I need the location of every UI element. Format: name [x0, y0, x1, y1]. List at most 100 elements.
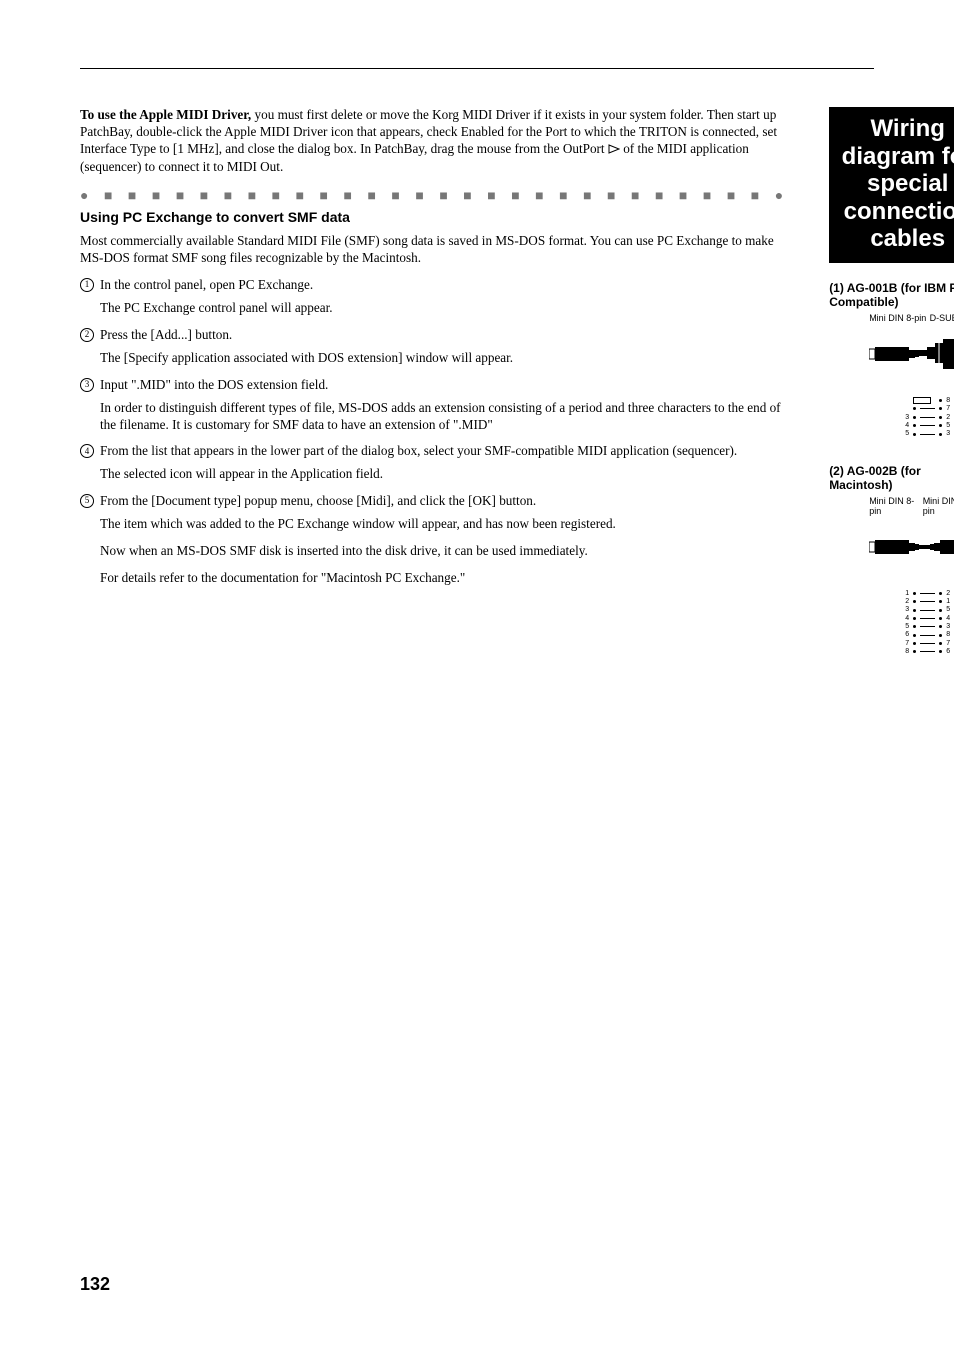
diagram-graphic: [829, 520, 954, 584]
pin-row: 12: [899, 590, 954, 597]
pin-map: 87324553: [829, 397, 954, 438]
step-text: From the list that appears in the lower …: [100, 443, 789, 460]
step-followup: Now when an MS-DOS SMF disk is inserted …: [100, 543, 789, 560]
intro-bold: To use the Apple MIDI Driver,: [80, 107, 251, 122]
pin-dot-icon: [913, 416, 916, 419]
pin-row: 32: [899, 414, 954, 421]
pin-box-icon: [913, 397, 931, 404]
step-number: 1: [80, 278, 94, 292]
pin-right-number: 8: [946, 631, 954, 638]
pin-wire-line: [920, 618, 935, 619]
mini-din-connector-icon: [910, 538, 954, 556]
step-text: Press the [Add...] button.: [100, 327, 789, 344]
pin-row: 45: [899, 422, 954, 429]
pin-row: 77: [899, 640, 954, 647]
pin-dot-icon: [913, 650, 916, 653]
pin-row: 7: [899, 405, 954, 412]
pin-wire-line: [920, 434, 935, 435]
pin-right-number: 6: [946, 648, 954, 655]
connector-labels: Mini DIN 8-pinD-SUB 9-pin: [829, 313, 954, 325]
wiring-diagram: (2) AG-002B (for Macintosh) Mini DIN 8-pi…: [829, 464, 954, 656]
pin-wire-line: [920, 610, 935, 611]
step: 2 Press the [Add...] button.: [80, 327, 789, 344]
diagram-caption: (2) AG-002B (for Macintosh): [829, 464, 954, 492]
left-connector-label: Mini DIN 8-pin: [869, 496, 923, 516]
right-connector-label: D-SUB 9-pin: [930, 313, 954, 323]
pin-dot-icon: [939, 634, 942, 637]
step-text: In the control panel, open PC Exchange.: [100, 277, 789, 294]
pin-dot-icon: [913, 625, 916, 628]
diagram-graphic: [829, 327, 954, 391]
pin-left-number: 4: [899, 615, 909, 622]
pin-right-number: 5: [946, 422, 954, 429]
step-text: From the [Document type] popup menu, cho…: [100, 493, 789, 510]
diagrams-container: (1) AG-001B (for IBM PC or Compatible)Mi…: [829, 281, 954, 655]
pin-wire-line: [920, 425, 935, 426]
section-heading: Using PC Exchange to convert SMF data: [80, 209, 789, 227]
pin-left-number: 4: [899, 422, 909, 429]
page-number: 132: [80, 1274, 110, 1295]
pin-right-number: 5: [946, 606, 954, 613]
pin-right-number: 2: [946, 414, 954, 421]
pin-map: 1221354453687786: [829, 590, 954, 656]
pin-dot-icon: [939, 433, 942, 436]
pin-left-number: 5: [899, 623, 909, 630]
pin-left-number: 2: [899, 598, 909, 605]
pin-right-number: 3: [946, 430, 954, 437]
pin-row: 53: [899, 623, 954, 630]
pin-left-number: 8: [899, 648, 909, 655]
pin-dot-icon: [939, 617, 942, 620]
pin-dot-icon: [939, 592, 942, 595]
step-followup: The item which was added to the PC Excha…: [100, 516, 789, 533]
wiring-diagram: (1) AG-001B (for IBM PC or Compatible)Mi…: [829, 281, 954, 438]
pin-wire-line: [920, 635, 935, 636]
right-column: Wiring diagram for special connection ca…: [829, 107, 954, 681]
pin-left-number: 7: [899, 640, 909, 647]
pin-left-number: 3: [899, 414, 909, 421]
pin-wire-line: [920, 417, 935, 418]
step-followup: For details refer to the documentation f…: [100, 570, 789, 587]
step: 5 From the [Document type] popup menu, ch…: [80, 493, 789, 510]
steps-list: 1 In the control panel, open PC Exchange.…: [80, 277, 789, 587]
pin-dot-icon: [913, 407, 916, 410]
pin-row: 44: [899, 615, 954, 622]
pin-dot-icon: [939, 609, 942, 612]
pin-dot-icon: [939, 424, 942, 427]
pin-wire-line: [920, 651, 935, 652]
intro-paragraph: To use the Apple MIDI Driver, you must f…: [80, 107, 789, 176]
pin-dot-icon: [913, 634, 916, 637]
step-text: Input ".MID" into the DOS extension fiel…: [100, 377, 789, 394]
pin-dot-icon: [913, 600, 916, 603]
pin-row: 35: [899, 606, 954, 613]
pin-right-number: 7: [946, 405, 954, 412]
pin-right-number: 7: [946, 640, 954, 647]
left-column: To use the Apple MIDI Driver, you must f…: [80, 107, 789, 681]
pin-right-number: 4: [946, 615, 954, 622]
step-followup: The selected icon will appear in the App…: [100, 466, 789, 483]
top-rule: [80, 68, 874, 69]
pin-left-number: 5: [899, 430, 909, 437]
section-divider-dots: ● ■ ■ ■ ■ ■ ■ ■ ■ ■ ■ ■ ■ ■ ■ ■ ■ ■ ■ ■ …: [80, 188, 789, 206]
right-connector-label: Mini DIN 8-pin: [923, 496, 954, 516]
pin-dot-icon: [913, 609, 916, 612]
pin-wire-line: [920, 593, 935, 594]
step-number: 5: [80, 494, 94, 508]
pin-left-number: 1: [899, 590, 909, 597]
pin-dot-icon: [939, 407, 942, 410]
pin-dot-icon: [939, 416, 942, 419]
dsub-connector-icon: [909, 337, 954, 371]
pin-dot-icon: [913, 424, 916, 427]
right-title-band: Wiring diagram for special connection ca…: [829, 107, 954, 263]
step-number: 4: [80, 444, 94, 458]
step-number: 3: [80, 378, 94, 392]
step-number: 2: [80, 328, 94, 342]
step: 4 From the list that appears in the lower…: [80, 443, 789, 460]
pin-dot-icon: [939, 399, 942, 402]
pin-dot-icon: [939, 625, 942, 628]
step-followup: The PC Exchange control panel will appea…: [100, 300, 789, 317]
pin-wire-line: [920, 601, 935, 602]
pin-left-number: 3: [899, 606, 909, 613]
pin-right-number: 1: [946, 598, 954, 605]
pin-dot-icon: [939, 650, 942, 653]
pin-row: 86: [899, 648, 954, 655]
